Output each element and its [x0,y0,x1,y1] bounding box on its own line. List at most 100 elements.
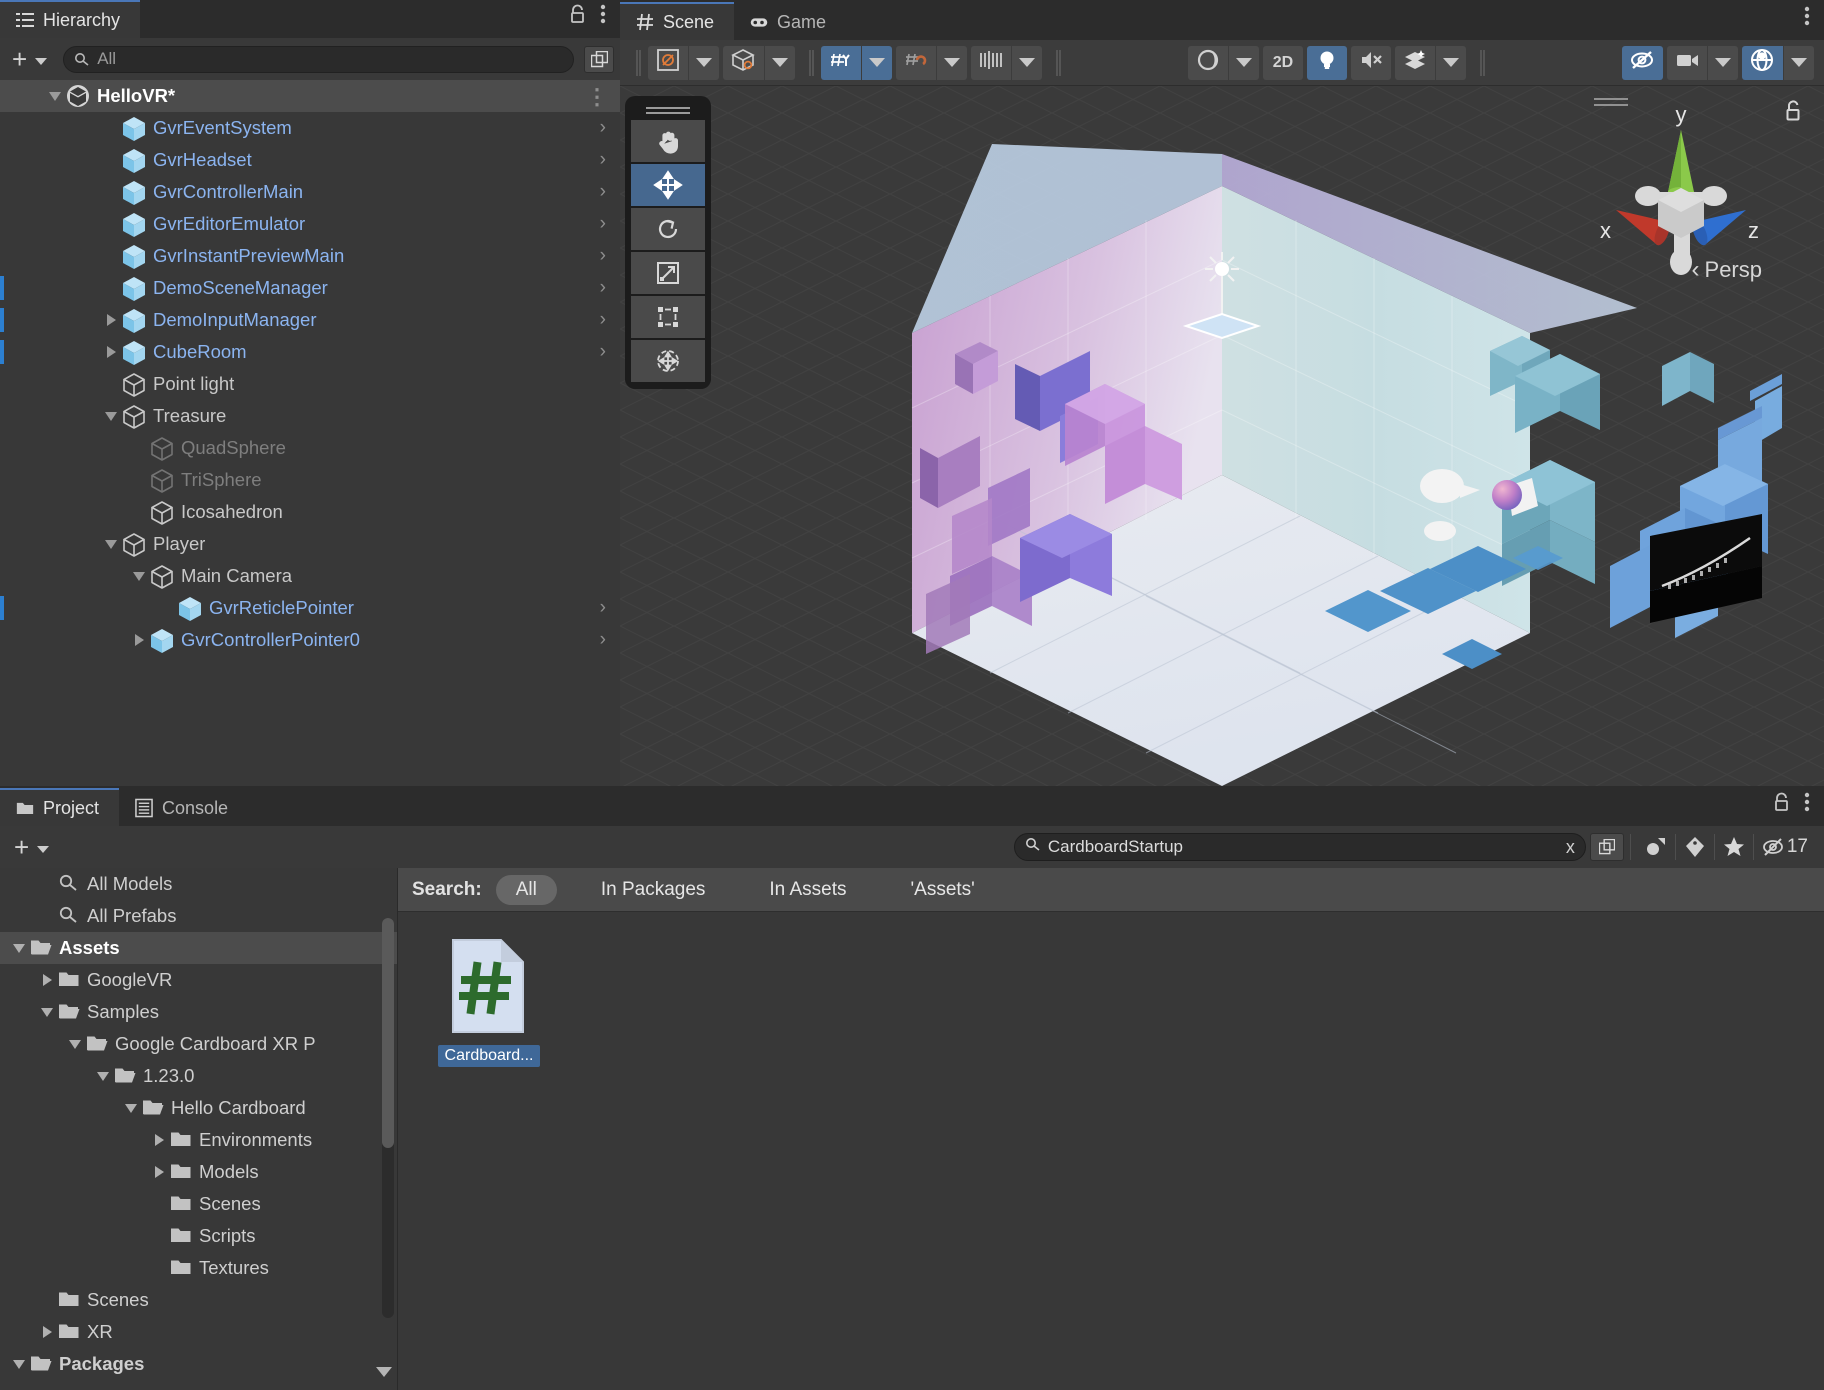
scene-viewport[interactable]: y x z [620,86,1824,786]
project-tree-scrollbar[interactable] [382,918,394,1318]
label-tag-icon[interactable] [1676,832,1714,862]
search-scope-inassets[interactable]: In Assets [749,875,866,905]
foldout-toggle[interactable] [36,1008,58,1017]
project-tree-row[interactable]: 1.23.0 [0,1060,397,1092]
tab-hierarchy[interactable]: Hierarchy [0,0,140,38]
tool-handle-settings[interactable] [971,46,1011,80]
scene-orientation-gizmo[interactable]: y x z [1586,92,1776,322]
project-add-button[interactable]: + [8,834,55,860]
hierarchy-search-input[interactable]: All [63,46,574,73]
hierarchy-row[interactable]: GvrHeadset› [0,144,620,176]
hierarchy-row[interactable]: HelloVR*⋮ [0,80,620,112]
snap-increment-dropdown-arrow[interactable] [937,46,967,80]
chevron-right-icon[interactable]: › [600,181,606,203]
foldout-toggle[interactable] [128,464,150,496]
foldout-toggle[interactable] [128,560,150,592]
hierarchy-row[interactable]: DemoInputManager› [0,304,620,336]
foldout-toggle[interactable] [92,1072,114,1081]
chevron-right-icon[interactable]: › [600,149,606,171]
scene-menu-icon[interactable] [1804,5,1810,32]
gizmo-lock-icon[interactable] [1784,100,1802,127]
hierarchy-lock-icon[interactable] [569,4,586,29]
tab-console[interactable]: Console [119,788,248,826]
foldout-toggle[interactable] [36,1326,58,1338]
chevron-right-icon[interactable]: › [600,213,606,235]
project-open-search-button[interactable] [1590,833,1624,861]
foldout-toggle[interactable] [100,400,122,432]
scene-projection-label[interactable]: ‹ Persp [1692,256,1762,284]
foldout-toggle[interactable] [100,176,122,208]
hand-tool[interactable] [631,120,705,162]
project-lock-icon[interactable] [1773,792,1790,817]
foldout-toggle[interactable] [8,944,30,953]
foldout-toggle[interactable] [100,336,122,368]
camera-settings-dropdown-arrow[interactable] [1708,46,1738,80]
foldout-toggle[interactable] [128,624,150,656]
project-tree-row[interactable]: Samples [0,996,397,1028]
toggle-scene-lighting[interactable] [1307,46,1347,80]
project-tree-row[interactable]: Google Cardboard XR P [0,1028,397,1060]
project-tree-row[interactable]: Environments [0,1124,397,1156]
project-tree-row[interactable]: Hello Cardboard [0,1092,397,1124]
fx-dropdown-dropdown-arrow[interactable] [1436,46,1466,80]
chevron-right-icon[interactable]: › [600,597,606,619]
foldout-toggle[interactable] [100,368,122,400]
camera-settings[interactable] [1667,46,1707,80]
hidden-packages-toggle[interactable]: 17 [1754,832,1816,862]
chevron-right-icon[interactable]: › [600,341,606,363]
project-tree-row[interactable]: Textures [0,1252,397,1284]
draw-mode-dropdown-dropdown-arrow[interactable] [689,46,719,80]
rotate-tool[interactable] [631,208,705,250]
tab-game[interactable]: Game [734,2,846,40]
save-search-icon[interactable] [1637,832,1675,862]
foldout-toggle[interactable] [120,1104,142,1113]
foldout-toggle[interactable] [100,528,122,560]
scene-visibility-toggle[interactable] [1622,46,1663,80]
hierarchy-row[interactable]: GvrInstantPreviewMain› [0,240,620,272]
foldout-toggle[interactable] [100,144,122,176]
tab-project[interactable]: Project [0,788,119,826]
hierarchy-row[interactable]: QuadSphere [0,432,620,464]
scene-visual-dropdown[interactable] [1188,46,1228,80]
foldout-toggle[interactable] [44,80,66,112]
scene-visual-dropdown-dropdown-arrow[interactable] [1229,46,1259,80]
chevron-right-icon[interactable]: › [600,629,606,651]
toggle-2d[interactable]: 2D [1263,46,1303,80]
foldout-toggle[interactable] [100,240,122,272]
project-tree-row[interactable]: GoogleVR [0,964,397,996]
hierarchy-row[interactable]: DemoSceneManager› [0,272,620,304]
2d-3d-gizmo-dropdown[interactable] [723,46,764,80]
foldout-toggle[interactable] [64,1040,86,1049]
transform-tool[interactable] [631,340,705,382]
hierarchy-row[interactable]: Treasure [0,400,620,432]
foldout-toggle[interactable] [156,592,178,624]
foldout-toggle[interactable] [128,496,150,528]
tools-drag-handle[interactable] [631,102,705,118]
rect-transform-tool[interactable] [631,296,705,338]
project-tree-row[interactable]: Models [0,1156,397,1188]
project-tree-row[interactable]: XR [0,1316,397,1348]
tab-scene[interactable]: Scene [620,2,734,40]
project-search-input[interactable]: CardboardStartup x [1014,833,1586,861]
search-scope-assets[interactable]: 'Assets' [891,875,995,905]
snap-increment[interactable] [896,46,936,80]
toggle-audio[interactable] [1351,46,1391,80]
grid-snap-toggle-dropdown-arrow[interactable] [862,46,892,80]
asset-item[interactable]: Cardboard... [434,938,544,1067]
gizmos-toggle-dropdown-arrow[interactable] [1784,46,1814,80]
scale-tool[interactable] [631,252,705,294]
grid-snap-toggle[interactable] [821,46,861,80]
foldout-toggle[interactable] [36,974,58,986]
hierarchy-row[interactable]: Point light [0,368,620,400]
foldout-toggle[interactable] [128,432,150,464]
foldout-toggle[interactable] [100,112,122,144]
project-tree-row[interactable]: Scenes [0,1284,397,1316]
foldout-toggle[interactable] [8,1360,30,1369]
foldout-toggle[interactable] [100,272,122,304]
tool-handle-settings-dropdown-arrow[interactable] [1012,46,1042,80]
project-tree-row[interactable]: All Prefabs [0,900,397,932]
project-folder-tree[interactable]: All ModelsAll PrefabsAssetsGoogleVRSampl… [0,868,398,1390]
search-scope-all[interactable]: All [496,875,557,905]
hierarchy-add-button[interactable]: + [6,46,53,72]
hierarchy-row[interactable]: GvrControllerPointer0› [0,624,620,656]
